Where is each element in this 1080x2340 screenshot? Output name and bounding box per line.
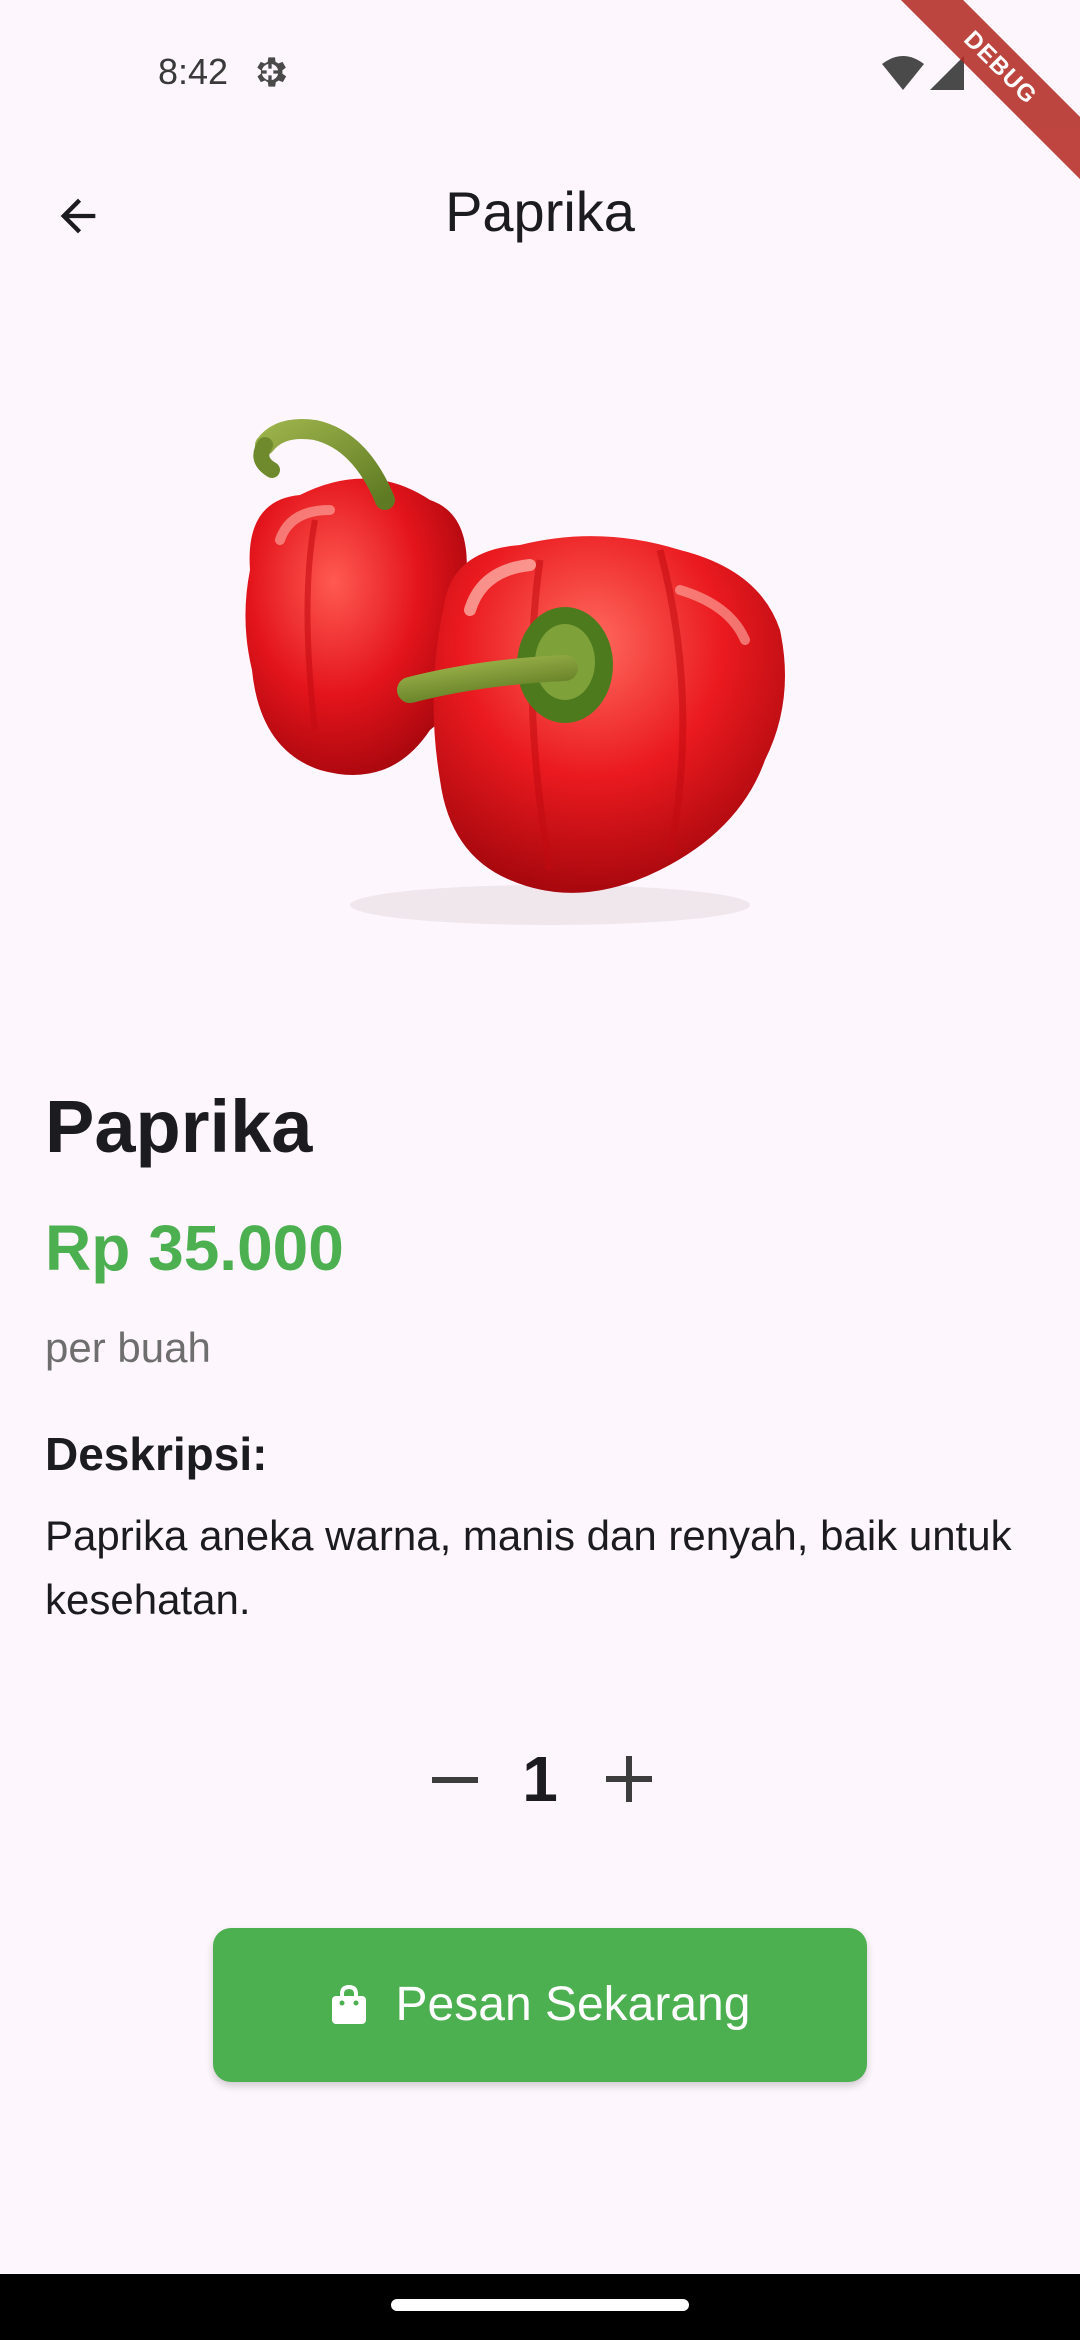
- product-name: Paprika: [45, 1085, 313, 1168]
- wifi-icon: [882, 56, 924, 90]
- quantity-value: 1: [522, 1743, 558, 1815]
- shopping-bag-icon: [331, 1985, 366, 2024]
- quantity-stepper: 1: [0, 1730, 1080, 1830]
- product-unit: per buah: [45, 1324, 211, 1371]
- description-text: Paprika aneka warna, manis dan renyah, b…: [45, 1512, 1012, 1623]
- decrement-button[interactable]: [420, 1750, 490, 1810]
- status-time: 8:42: [158, 51, 229, 92]
- home-gesture-handle[interactable]: [391, 2299, 689, 2311]
- gear-icon: [257, 57, 287, 87]
- description-heading: Deskripsi:: [45, 1428, 268, 1480]
- plus-icon: [606, 1756, 652, 1802]
- minus-icon: [432, 1777, 478, 1783]
- order-now-button[interactable]: Pesan Sekarang: [213, 1928, 867, 2082]
- signal-icon: [930, 56, 964, 90]
- page-title: Paprika: [445, 180, 635, 243]
- product-image: [245, 419, 785, 925]
- order-button-label: Pesan Sekarang: [395, 1978, 751, 2031]
- app-bar: Paprika: [0, 140, 1080, 280]
- status-bar: 8:42: [0, 0, 1080, 140]
- increment-button[interactable]: [594, 1744, 664, 1814]
- navigation-bar: [0, 2274, 1080, 2340]
- product-price: Rp 35.000: [45, 1212, 344, 1284]
